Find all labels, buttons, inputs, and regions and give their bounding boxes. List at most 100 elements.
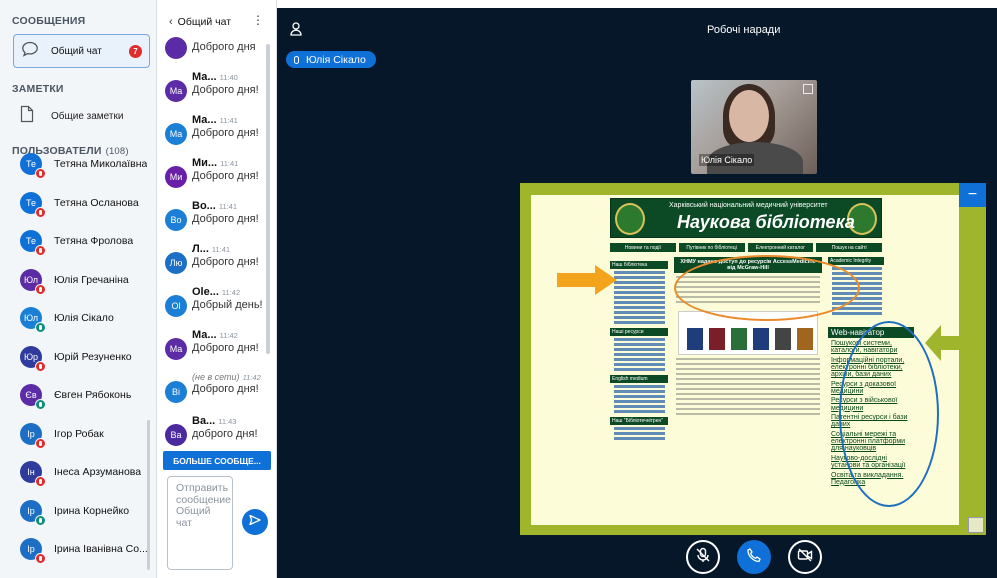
library-left-column: Наш бібліотека Наші ресурси English medi… <box>610 257 668 440</box>
message-text: Доброго дня! <box>192 213 259 225</box>
message-author: Л... 11:41 <box>192 243 259 255</box>
avatar-initials: Ма <box>169 86 183 96</box>
message-time: 11:41 <box>220 159 239 168</box>
avatar: Лю <box>165 252 187 274</box>
microphone-muted-icon <box>35 437 46 449</box>
more-options-icon[interactable]: ⋮ <box>252 14 264 26</box>
message-time: 11:41 <box>211 245 231 254</box>
chat-message-input[interactable]: Отправить сообщение Общий чат <box>167 476 233 570</box>
leave-audio-button[interactable] <box>737 540 771 574</box>
user-list-item[interactable]: Ір Ірина Іванівна Со... <box>0 530 156 569</box>
author-name: Ole... <box>192 286 219 298</box>
user-list-item[interactable]: Те Тетяна Осланова <box>0 184 156 223</box>
chat-message: Доброго дня <box>157 34 269 67</box>
user-list-item[interactable]: Те Тетяна Фролова <box>0 222 156 261</box>
message-list: Доброго дня Ма Ма... 11:40 Доброго дня! Ма Ма.… <box>157 34 269 454</box>
author-name: Л... <box>192 243 209 255</box>
avatar-initials: Bi <box>171 387 180 397</box>
avatar-initials: Ма <box>169 129 183 139</box>
chat-message: Ва Ва... 11:43 доброго дня! <box>157 411 269 454</box>
orange-arrow-annotation <box>557 265 617 295</box>
shared-notes-item[interactable]: Общие заметки <box>0 100 156 132</box>
user-list-item[interactable]: Єв Євген Рябоконь <box>0 376 156 415</box>
message-author: (не в сети) 11:42 <box>192 372 261 382</box>
message-time: 11:41 <box>218 202 238 211</box>
avatar-initials: Ін <box>27 467 35 478</box>
user-list-item[interactable]: Ір Ірина Корнейко <box>0 492 156 531</box>
document-icon <box>20 105 34 128</box>
user-name: Інеса Арзуманова <box>54 466 142 479</box>
left-column-header: English medium <box>610 375 668 383</box>
avatar-initials: Юл <box>24 313 38 324</box>
minimize-button[interactable]: − <box>959 183 986 207</box>
user-name: Юрій Резуненко <box>54 350 132 363</box>
author-name: Ва... <box>192 415 216 427</box>
avatar-initials: Ір <box>27 505 35 516</box>
blue-circle-annotation <box>839 321 939 507</box>
message-time: 11:41 <box>219 116 238 125</box>
message-author: Ма... 11:40 <box>192 71 259 83</box>
chat-message: Ма Ма... 11:42 Доброго дня! <box>157 325 269 368</box>
avatar: Ін <box>20 461 46 488</box>
university-name: Харківський національний медичний універ… <box>669 202 828 209</box>
chat-message: Ol Ole... 11:42 Добрый день! <box>157 282 269 325</box>
message-text: Доброго дня! <box>192 342 259 354</box>
user-list-item[interactable]: Ір Ігор Робак <box>0 415 156 454</box>
avatar-initials: Єв <box>25 390 37 401</box>
avatar: Юл <box>20 307 46 334</box>
message-text: Доброго дня! <box>192 84 259 96</box>
chat-scrollbar[interactable] <box>266 44 270 354</box>
user-list-item[interactable]: Те Тетяна Миколаївна <box>0 145 156 184</box>
avatar: Єв <box>20 384 46 411</box>
public-chat-item[interactable]: Общий чат 7 <box>13 34 150 68</box>
user-list-item[interactable]: Юр Юрій Резуненко <box>0 338 156 377</box>
avatar: Ма <box>165 80 187 102</box>
notes-section-title: ЗАМЕТКИ <box>12 83 64 95</box>
media-controls <box>277 540 997 578</box>
chevron-left-icon[interactable]: ‹ <box>169 16 173 28</box>
screenshare-frame: − Харківський національний медичний унів… <box>520 183 986 535</box>
user-list-item[interactable]: Юл Юлія Сікало <box>0 299 156 338</box>
avatar: Ми <box>165 166 187 188</box>
author-name: Во... <box>192 200 216 212</box>
shared-slide: Харківський національний медичний універ… <box>531 195 961 525</box>
presentation-area: Робочі наради Юлія Сікало Юлія Сікало − … <box>277 0 997 578</box>
mute-button[interactable] <box>686 540 720 574</box>
user-name: Ірина Іванівна Со... <box>54 543 148 556</box>
microphone-muted-icon <box>35 168 46 180</box>
chat-message: Bi (не в сети) 11:42 Доброго дня! <box>157 368 269 411</box>
user-list-item[interactable]: Ін Інеса Арзуманова <box>0 453 156 492</box>
webcam-video[interactable]: Юлія Сікало <box>691 80 817 174</box>
user-name: Євген Рябоконь <box>54 389 132 402</box>
user-list-item[interactable]: Юл Юлія Гречаніна <box>0 261 156 300</box>
author-name: Ма... <box>192 329 217 341</box>
user-list-scrollbar[interactable] <box>147 420 150 570</box>
more-messages-button[interactable]: БОЛЬШЕ СООБЩЕ... <box>163 451 271 470</box>
message-author: Ole... 11:42 <box>192 286 263 298</box>
avatar: Ма <box>165 123 187 145</box>
chat-panel: ‹ Общий чат ⋮ Доброго дня Ма Ма... 11:40 Доб… <box>157 0 277 578</box>
user-name: Тетяна Фролова <box>54 235 134 248</box>
message-time: 11:42 <box>221 288 241 297</box>
message-text: Доброго дня <box>192 41 256 53</box>
messages-section-title: СООБЩЕНИЯ <box>12 15 86 27</box>
avatar: Те <box>20 191 46 218</box>
user-icon[interactable] <box>290 22 302 41</box>
avatar: Ма <box>165 338 187 360</box>
fullscreen-icon[interactable] <box>803 84 813 94</box>
presenter-indicator[interactable]: Юлія Сікало <box>286 51 376 68</box>
message-author: Во... 11:41 <box>192 200 259 212</box>
fullscreen-presentation-icon[interactable] <box>968 517 984 533</box>
camera-toggle-button[interactable] <box>788 540 822 574</box>
microphone-muted-icon <box>35 206 46 218</box>
webcam-person-face <box>729 90 769 142</box>
send-button[interactable] <box>242 509 268 535</box>
avatar: Во <box>165 209 187 231</box>
avatar: Ва <box>165 424 187 446</box>
user-name: Тетяна Миколаївна <box>54 158 148 171</box>
message-text: Доброго дня! <box>192 170 259 182</box>
message-author: Ма... 11:41 <box>192 114 259 126</box>
nav-item: Путівник по бібліотеці <box>678 243 745 252</box>
avatar-initials: Ol <box>171 301 181 311</box>
public-chat-label: Общий чат <box>51 45 102 57</box>
